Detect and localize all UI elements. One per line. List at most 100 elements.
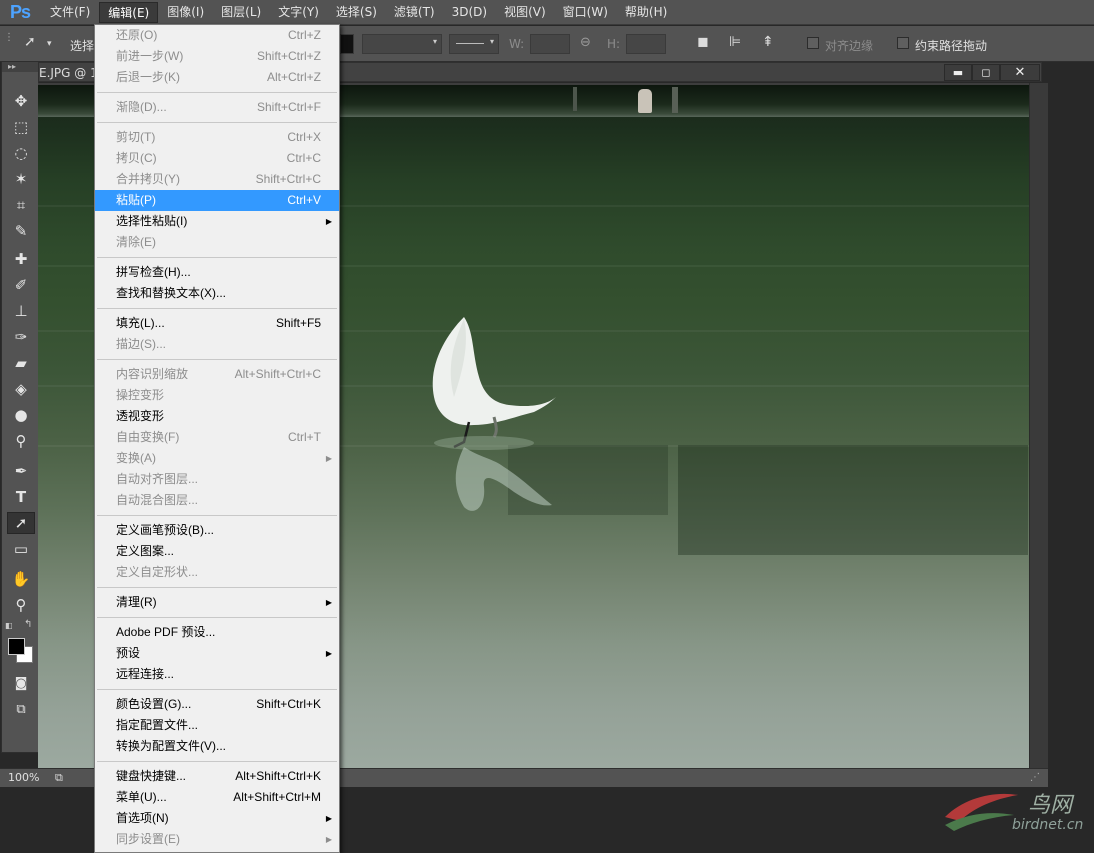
edit-menu-item[interactable]: 剪切(T) Ctrl+X (95, 127, 339, 148)
quick-mask-icon[interactable]: ◙ (7, 672, 35, 694)
edit-menu-item[interactable]: 转换为配置文件(V)... (95, 736, 339, 757)
edit-menu-item[interactable]: 操控变形 (95, 385, 339, 406)
edit-menu-item[interactable]: 自动混合图层... (95, 490, 339, 511)
edit-menu-item[interactable]: 菜单(U)... Alt+Shift+Ctrl+M (95, 787, 339, 808)
foreground-color-swatch[interactable] (8, 638, 25, 655)
edit-menu-item[interactable]: 内容识别缩放 Alt+Shift+Ctrl+C (95, 364, 339, 385)
crop-tool-icon[interactable]: ⌗ (7, 194, 35, 216)
document-info-icon[interactable]: ⧉ (55, 771, 63, 785)
edit-menu-item[interactable]: 自动对齐图层... (95, 469, 339, 490)
edit-menu-item[interactable]: 拼写检查(H)... (95, 262, 339, 283)
edit-menu-item[interactable]: 查找和替换文本(X)... (95, 283, 339, 304)
minimize-button[interactable]: ▬ (944, 64, 972, 81)
edit-menu-item[interactable]: 定义自定形状... (95, 562, 339, 583)
menu-item[interactable]: 编辑(E) (99, 1, 159, 23)
close-button[interactable]: ✕ (1000, 64, 1040, 81)
edit-menu-item[interactable]: 还原(O) Ctrl+Z (95, 25, 339, 46)
menu-item-shortcut: Shift+Ctrl+F (256, 100, 321, 114)
stroke-type-dropdown[interactable]: ▾ (449, 34, 499, 54)
edit-menu-item[interactable]: 渐隐(D)... Shift+Ctrl+F (95, 97, 339, 118)
dodge-tool-icon[interactable]: ⚲ (7, 430, 35, 452)
paint-bucket-tool-icon[interactable]: ◈ (7, 378, 35, 400)
edit-menu-item[interactable]: 颜色设置(G)... Shift+Ctrl+K (95, 694, 339, 715)
edit-menu-item[interactable]: 变换(A) ▶ (95, 448, 339, 469)
edit-menu-item[interactable]: 描边(S)... (95, 334, 339, 355)
default-colors-icon[interactable]: ◧ (5, 621, 13, 630)
edit-menu-item[interactable]: 前进一步(W) Shift+Ctrl+Z (95, 46, 339, 67)
menu-item-label: 自动混合图层... (116, 493, 199, 507)
resize-grip-icon[interactable]: ⋰ (1030, 772, 1040, 783)
menu-item-label: 定义图案... (116, 544, 175, 558)
edit-menu-item[interactable]: 选择性粘贴(I) ▶ (95, 211, 339, 232)
width-input[interactable] (530, 34, 570, 54)
eyedropper-tool-icon[interactable]: ✎ (7, 220, 35, 242)
eraser-tool-icon[interactable]: ▰ (7, 352, 35, 374)
menu-item[interactable]: 视图(V) (496, 2, 554, 23)
magic-wand-tool-icon[interactable]: ✶ (7, 168, 35, 190)
edit-menu-item[interactable]: 键盘快捷键... Alt+Shift+Ctrl+K (95, 766, 339, 787)
swap-colors-icon[interactable]: ↰ (24, 619, 32, 630)
healing-brush-tool-icon[interactable]: ✚ (7, 248, 35, 270)
move-tool-icon[interactable]: ✥ (7, 90, 35, 112)
align-edges-label: 对齐边缘 (825, 39, 874, 53)
type-tool-icon[interactable]: T (7, 486, 35, 508)
vertical-scrollbar[interactable] (1029, 83, 1048, 769)
menu-item[interactable]: 滤镜(T) (386, 2, 443, 23)
edit-menu-item[interactable]: 后退一步(K) Alt+Ctrl+Z (95, 67, 339, 88)
history-brush-tool-icon[interactable]: ✑ (7, 326, 35, 348)
edit-menu-item[interactable]: 合并拷贝(Y) Shift+Ctrl+C (95, 169, 339, 190)
edit-menu-item[interactable]: 粘贴(P) Ctrl+V (95, 190, 339, 211)
marquee-tool-icon[interactable]: ⬚ (7, 116, 35, 138)
screen-mode-icon[interactable]: ⧉ (7, 698, 35, 720)
menu-item[interactable]: 文件(F) (42, 2, 98, 23)
menu-item[interactable]: 图层(L) (213, 2, 269, 23)
menu-item[interactable]: 窗口(W) (555, 2, 616, 23)
edit-menu-item[interactable]: 定义图案... (95, 541, 339, 562)
edit-menu-dropdown: 还原(O) Ctrl+Z 前进一步(W) Shift+Ctrl+Z 后退一步(K) Alt… (94, 24, 340, 853)
blur-tool-icon[interactable]: ● (7, 404, 35, 426)
menu-item[interactable]: 图像(I) (159, 2, 212, 23)
menu-item[interactable]: 帮助(H) (617, 2, 675, 23)
menu-item-label: 变换(A) (116, 451, 156, 465)
edit-menu-item[interactable]: 远程连接... (95, 664, 339, 685)
edit-menu-item[interactable]: 定义画笔预设(B)... (95, 520, 339, 541)
edit-menu-item[interactable]: 拷贝(C) Ctrl+C (95, 148, 339, 169)
edit-menu-item[interactable]: Adobe PDF 预设... (95, 622, 339, 643)
path-arrangement-icon[interactable]: ⇞ (762, 34, 774, 50)
brush-tool-icon[interactable]: ✐ (7, 274, 35, 296)
edit-menu-item[interactable]: 预设 ▶ (95, 643, 339, 664)
maximize-button[interactable]: ◻ (972, 64, 1000, 81)
path-alignment-icon[interactable]: ⊫ (729, 34, 741, 50)
clone-stamp-tool-icon[interactable]: ⊥ (7, 300, 35, 322)
path-selection-tool-icon[interactable]: ➚ (7, 512, 35, 534)
link-icon[interactable]: ⊖ (580, 35, 591, 50)
zoom-tool-icon[interactable]: ⚲ (7, 594, 35, 616)
menu-item[interactable]: 文字(Y) (270, 2, 327, 23)
menu-item-label: 清除(E) (116, 235, 156, 249)
height-input[interactable] (626, 34, 666, 54)
pen-tool-icon[interactable]: ✒ (7, 460, 35, 482)
constrain-path-checkbox[interactable] (897, 37, 909, 49)
edit-menu-item[interactable]: 清理(R) ▶ (95, 592, 339, 613)
edit-menu-item[interactable]: 自由变换(F) Ctrl+T (95, 427, 339, 448)
menu-item[interactable]: 选择(S) (328, 2, 385, 23)
path-select-tool-icon[interactable]: ➚ (24, 34, 36, 50)
zoom-level[interactable]: 100% (8, 771, 39, 784)
edit-menu-item[interactable]: 填充(L)... Shift+F5 (95, 313, 339, 334)
shape-tool-icon[interactable]: ▭ (7, 538, 35, 560)
path-operations-icon[interactable]: ◼ (697, 34, 709, 50)
lasso-tool-icon[interactable]: ◌ (7, 142, 35, 164)
stroke-swatch[interactable] (340, 34, 354, 54)
menu-item[interactable]: 3D(D) (444, 2, 495, 23)
tool-preset-arrow-icon[interactable]: ▾ (47, 39, 52, 49)
edit-menu-item[interactable]: 首选项(N) ▶ (95, 808, 339, 829)
align-edges-checkbox[interactable] (807, 37, 819, 49)
toolbox-header[interactable]: ▸▸ (2, 62, 38, 72)
menu-item-label: 拼写检查(H)... (116, 265, 191, 279)
edit-menu-item[interactable]: 清除(E) (95, 232, 339, 253)
edit-menu-item[interactable]: 指定配置文件... (95, 715, 339, 736)
edit-menu-item[interactable]: 同步设置(E) ▶ (95, 829, 339, 850)
hand-tool-icon[interactable]: ✋ (7, 568, 35, 590)
stroke-width-dropdown[interactable]: ▾ (362, 34, 442, 54)
edit-menu-item[interactable]: 透视变形 (95, 406, 339, 427)
